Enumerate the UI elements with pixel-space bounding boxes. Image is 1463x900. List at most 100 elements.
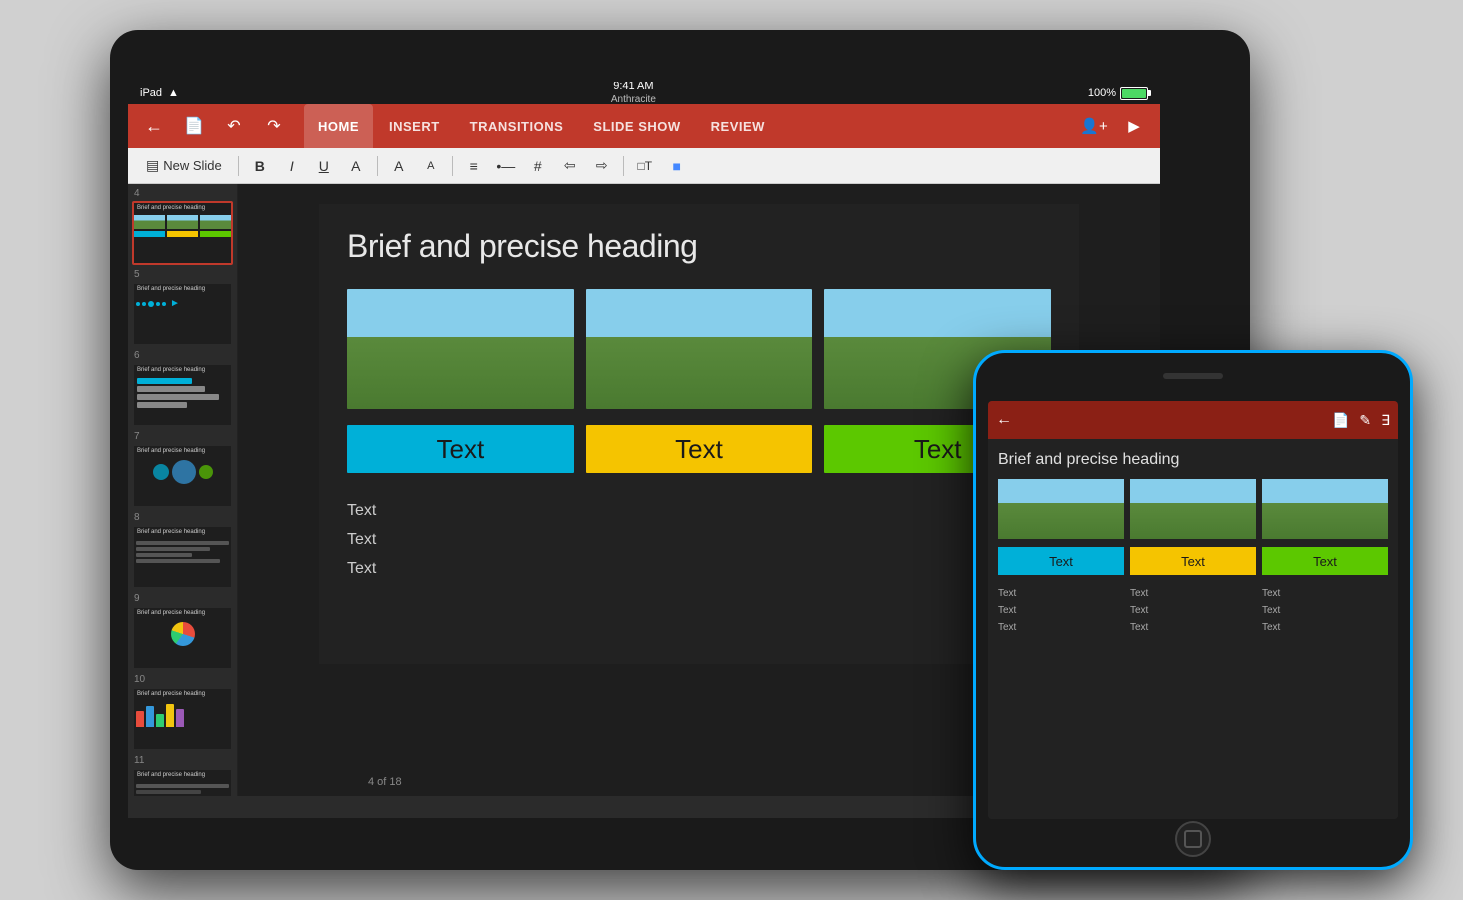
battery-icon [1120, 87, 1148, 100]
iphone-file-button[interactable]: 📄 [1332, 412, 1349, 429]
slide-image-2[interactable] [586, 289, 813, 409]
iphone-edit-button[interactable]: ✎ [1359, 412, 1371, 429]
iphone-back-button[interactable]: ← [996, 411, 1012, 429]
slide-thumb-11[interactable]: Brief and precise heading [132, 768, 233, 796]
iphone-image-2[interactable] [1130, 479, 1256, 539]
iphone-text-col-1: Text Text Text [998, 585, 1124, 636]
iphone-text-3-3: Text [1262, 619, 1388, 636]
tab-slideshow[interactable]: SLIDE SHOW [579, 104, 694, 148]
format-bar: ▤ New Slide B I U A A A ≡ •— # ⇦ ⇨ □T ■ [128, 148, 1160, 184]
status-right: 100% [1088, 87, 1148, 100]
iphone-labels-row: Text Text Text [998, 547, 1388, 575]
slide-thumb-8[interactable]: Brief and precise heading [132, 525, 233, 589]
slide-label-2[interactable]: Text [586, 425, 813, 473]
indent-increase-button[interactable]: ⇨ [587, 152, 617, 180]
slide-labels-row: Text Text Text [347, 425, 1051, 473]
numbering-button[interactable]: # [523, 152, 553, 180]
slide-thumb-10-num: 10 [132, 674, 233, 685]
iphone-images-row [998, 479, 1388, 539]
redo-button[interactable]: ↷ [256, 108, 292, 144]
slide-thumb-4[interactable]: Brief and precise heading [132, 201, 233, 265]
ipad-nav-bar: ← 📄 ↶ ↷ HOME INSERT TRANSITIONS SLIDE SH… [128, 104, 1160, 148]
add-person-button[interactable]: 👤+ [1076, 108, 1112, 144]
slide-content: Brief and precise heading Text Text Text… [319, 204, 1079, 664]
iphone-text-2-2: Text [1130, 602, 1256, 619]
slide-thumb-9[interactable]: Brief and precise heading [132, 606, 233, 670]
divider3 [452, 156, 453, 176]
slide-thumb-11-num: 11 [132, 755, 233, 766]
back-button[interactable]: ← [136, 108, 172, 144]
iphone-image-3[interactable] [1262, 479, 1388, 539]
slide-thumb-5[interactable]: Brief and precise heading ► [132, 282, 233, 346]
iphone-text-3-1: Text [1262, 585, 1388, 602]
undo-button[interactable]: ↶ [216, 108, 252, 144]
tab-home[interactable]: HOME [304, 104, 373, 148]
iphone-image-1[interactable] [998, 479, 1124, 539]
iphone-text-col-3: Text Text Text [1262, 585, 1388, 636]
thumb-8-inner: Brief and precise heading [134, 527, 231, 587]
slide-image-1[interactable] [347, 289, 574, 409]
slide-label-1[interactable]: Text [347, 425, 574, 473]
iphone-text-col-2: Text Text Text [1130, 585, 1256, 636]
thumb-9-inner: Brief and precise heading [134, 608, 231, 668]
slide-text-1: Text [347, 497, 1051, 526]
slide-thumb-8-num: 8 [132, 512, 233, 523]
thumb-5-inner: Brief and precise heading ► [134, 284, 231, 344]
align-button[interactable]: ≡ [459, 152, 489, 180]
iphone-text-cols: Text Text Text Text Text Text Text Text … [998, 585, 1388, 636]
pie-chart-thumb [171, 622, 195, 646]
font-size-down-button[interactable]: A [416, 152, 446, 180]
indent-decrease-button[interactable]: ⇦ [555, 152, 585, 180]
new-slide-button[interactable]: ▤ New Slide [136, 153, 232, 178]
slide-thumb-num-label: 4 [132, 188, 233, 199]
nav-right-icons: 👤+ ▶ [1076, 108, 1152, 144]
slide-thumb-7[interactable]: Brief and precise heading [132, 444, 233, 508]
subtitle-display: Anthracite [611, 94, 656, 106]
slide-heading: Brief and precise heading [347, 228, 1051, 265]
iphone-label-3[interactable]: Text [1262, 547, 1388, 575]
new-slide-label: New Slide [163, 158, 222, 173]
slide-thumb-6[interactable]: Brief and precise heading [132, 363, 233, 427]
iphone-text-2-3: Text [1130, 619, 1256, 636]
italic-button[interactable]: I [277, 152, 307, 180]
iphone-grid-button[interactable]: ∃ [1381, 412, 1390, 429]
tab-transitions[interactable]: TRANSITIONS [456, 104, 578, 148]
bullets-button[interactable]: •— [491, 152, 521, 180]
tab-insert[interactable]: INSERT [375, 104, 454, 148]
thumb-4-images [134, 215, 231, 229]
ipad-status-bar: iPad ▲ 9:41 AM Anthracite 100% [128, 82, 1160, 104]
text-box-button[interactable]: □T [630, 152, 660, 180]
slide-panel: 4 Brief and precise heading [128, 184, 238, 796]
battery-fill [1122, 89, 1146, 98]
iphone-label-1[interactable]: Text [998, 547, 1124, 575]
iphone-home-button[interactable] [1175, 821, 1211, 857]
slide-thumb-7-num: 7 [132, 431, 233, 442]
thumb-10-inner: Brief and precise heading [134, 689, 231, 749]
slide-thumb-10[interactable]: Brief and precise heading [132, 687, 233, 751]
file-icon-button[interactable]: 📄 [176, 108, 212, 144]
present-button[interactable]: ▶ [1116, 108, 1152, 144]
slide-text-3: Text [347, 555, 1051, 584]
thumb-7-inner: Brief and precise heading [134, 446, 231, 506]
iphone-label-2[interactable]: Text [1130, 547, 1256, 575]
slide-status: 4 of 18 [368, 776, 402, 788]
status-center: 9:41 AM Anthracite [611, 82, 656, 106]
tab-review[interactable]: REVIEW [697, 104, 779, 148]
iphone-text-2-1: Text [1130, 585, 1256, 602]
slide-text-2: Text [347, 526, 1051, 555]
slide-thumb-9-num: 9 [132, 593, 233, 604]
slide-thumb-5-num: 5 [132, 269, 233, 280]
divider1 [238, 156, 239, 176]
font-color-button[interactable]: A [341, 152, 371, 180]
shape-button[interactable]: ■ [662, 152, 692, 180]
nav-tabs: HOME INSERT TRANSITIONS SLIDE SHOW REVIE… [296, 104, 1072, 148]
iphone-device: ← 📄 ✎ ∃ Brief and precise heading Text T… [973, 350, 1413, 870]
divider4 [623, 156, 624, 176]
new-slide-icon: ▤ [146, 157, 159, 174]
font-size-button[interactable]: A [384, 152, 414, 180]
slide-thumb-6-num: 6 [132, 350, 233, 361]
bold-button[interactable]: B [245, 152, 275, 180]
underline-button[interactable]: U [309, 152, 339, 180]
status-left: iPad ▲ [140, 87, 179, 99]
divider2 [377, 156, 378, 176]
